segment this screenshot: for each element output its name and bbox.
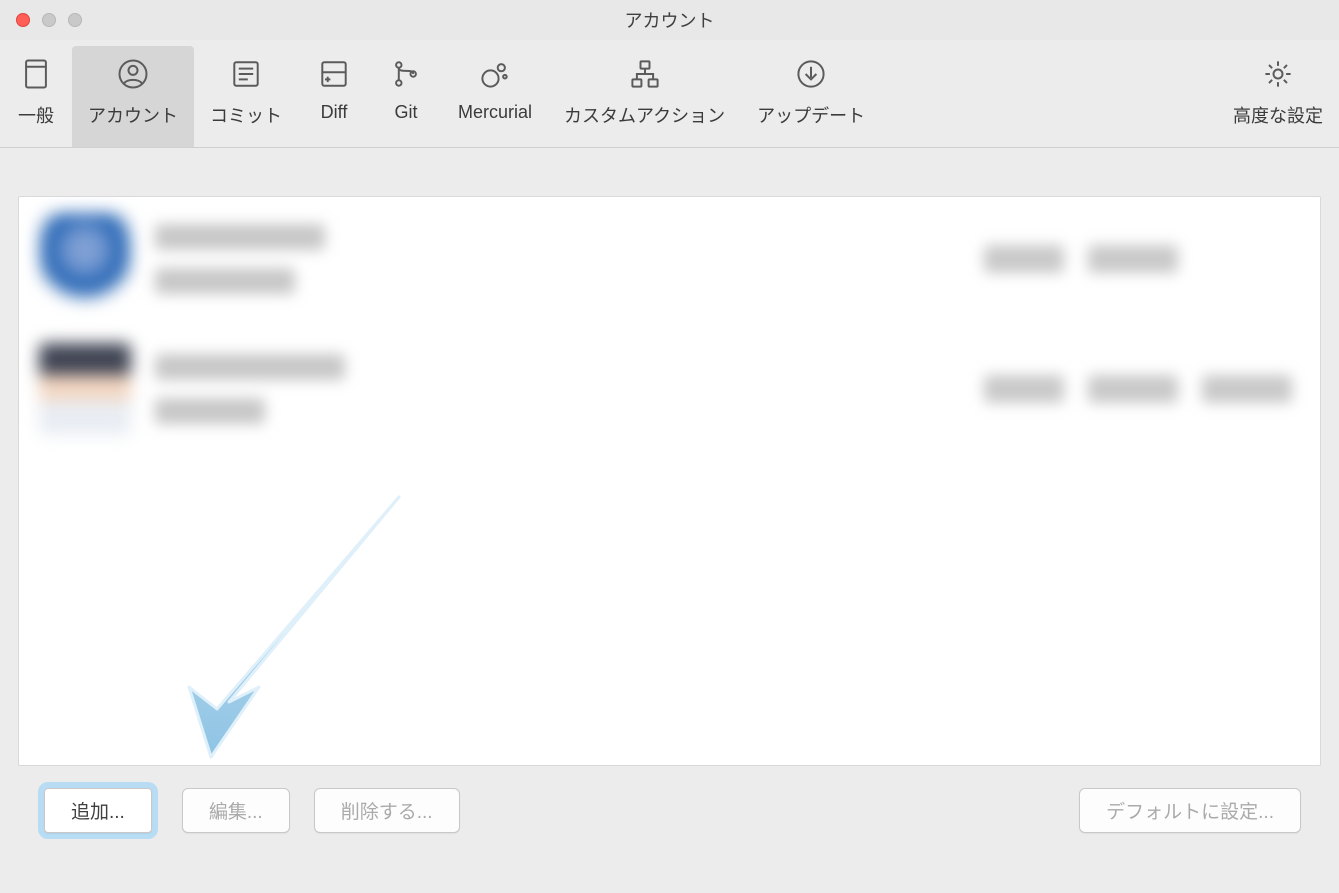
diff-icon [314,54,354,94]
close-window-button[interactable] [16,13,30,27]
tab-label: Mercurial [458,102,532,123]
account-extra-redacted [1202,375,1292,403]
mercurial-icon [475,54,515,94]
tab-diff[interactable]: Diff [298,46,370,147]
account-row[interactable] [19,197,1320,327]
tab-label: 高度な設定 [1233,102,1323,128]
tab-update[interactable]: アップデート [741,46,881,147]
set-default-button[interactable]: デフォルトに設定... [1079,788,1301,833]
tab-custom-actions[interactable]: カスタムアクション [548,46,741,147]
tab-advanced[interactable]: 高度な設定 [1217,46,1339,147]
edit-button[interactable]: 編集... [182,788,290,833]
preferences-toolbar: 一般 アカウント コミット Diff Git Mercurial [0,40,1339,148]
tab-commit[interactable]: コミット [194,46,298,147]
gear-icon [1258,54,1298,94]
content-area: 追加... 編集... 削除する... デフォルトに設定... [0,148,1339,863]
tab-label: コミット [210,102,282,128]
tab-label: 一般 [18,102,54,128]
tab-label: Diff [321,102,348,123]
account-icon [113,54,153,94]
account-protocol-redacted [1088,245,1178,273]
general-icon [16,54,56,94]
traffic-lights [16,13,82,27]
custom-actions-icon [625,54,665,94]
tab-general[interactable]: 一般 [0,46,72,147]
tab-label: アップデート [757,102,865,128]
account-row[interactable] [19,327,1320,457]
update-icon [791,54,831,94]
tab-git[interactable]: Git [370,46,442,147]
annotation-arrow [169,487,429,766]
tab-label: アカウント [88,102,178,128]
window-titlebar: アカウント [0,0,1339,40]
account-protocol-redacted [1088,375,1178,403]
tab-label: カスタムアクション [564,102,725,128]
avatar [39,213,131,305]
maximize-window-button[interactable] [68,13,82,27]
window-title: アカウント [0,7,1339,33]
account-text-redacted [155,354,345,424]
minimize-window-button[interactable] [42,13,56,27]
tab-label: Git [394,102,417,123]
add-button-highlight: 追加... [38,782,158,839]
tab-accounts[interactable]: アカウント [72,46,194,147]
delete-button[interactable]: 削除する... [314,788,460,833]
account-auth-redacted [984,375,1064,403]
account-auth-redacted [984,245,1064,273]
account-text-redacted [155,224,325,294]
bottom-button-bar: 追加... 編集... 削除する... デフォルトに設定... [18,766,1321,845]
avatar [39,343,131,435]
git-icon [386,54,426,94]
commit-icon [226,54,266,94]
tab-mercurial[interactable]: Mercurial [442,46,548,147]
add-button[interactable]: 追加... [44,788,152,833]
account-list[interactable] [18,196,1321,766]
